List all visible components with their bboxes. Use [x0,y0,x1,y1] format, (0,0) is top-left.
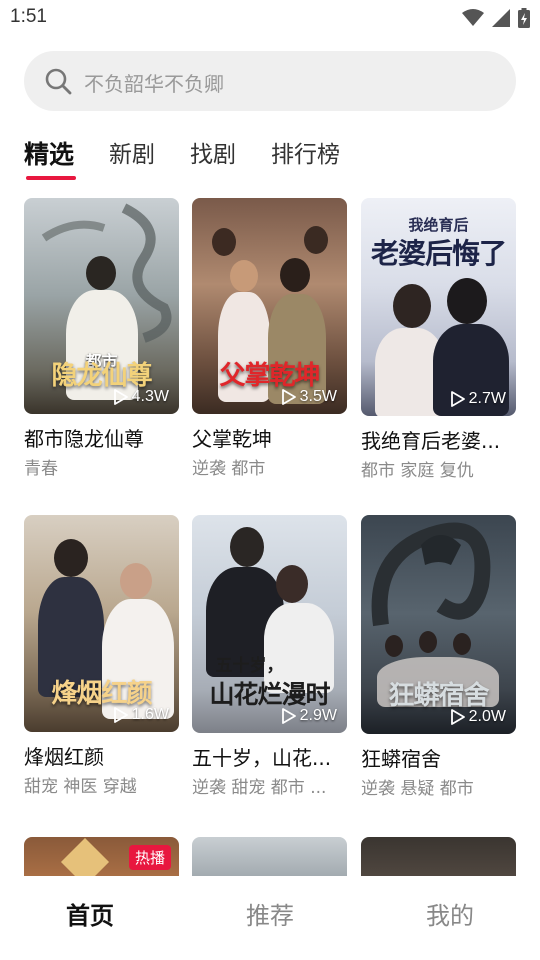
poster-caption: 山花烂漫时 [209,680,330,709]
poster-caption: 狂蟒宿舍 [388,681,489,711]
play-icon [450,709,465,725]
drama-title: 都市隐龙仙尊 [24,427,144,451]
poster-caption: 父掌乾坤 [219,361,320,391]
drama-poster: 我绝育后 老婆后悔了 2.7W [361,198,516,416]
poster-caption: 烽烟红颜 [51,679,152,709]
tab-label: 精选 [24,140,75,169]
play-count: 2.0W [450,708,506,726]
active-tab-indicator [26,176,76,180]
play-count: 1.6W [113,706,169,724]
drama-tags: 逆袭 甜宠 都市 ... [192,778,327,798]
drama-poster: 父掌乾坤 3.5W [192,198,347,414]
status-time: 1:51 [10,6,47,27]
bottom-nav: 首页 推荐 我的 [0,876,540,960]
tab-label: 排行榜 [271,142,341,168]
nav-home[interactable]: 首页 [0,876,180,960]
drama-poster: 烽烟红颜 1.6W [24,515,179,732]
play-icon [113,389,128,405]
drama-card[interactable]: 五十岁， 山花烂漫时 2.9W 五十岁，山花... 逆袭 甜宠 都市 ... [192,515,347,799]
play-icon [281,708,296,724]
hot-badge: 热播 [128,845,171,870]
play-count: 2.7W [450,390,506,408]
poster-caption-small: 五十岁， [215,656,284,676]
play-count: 4.3W [113,388,169,406]
play-count: 3.5W [281,388,337,406]
play-icon [281,389,296,405]
tab-new-dramas[interactable]: 新剧 [109,138,155,182]
tab-find-dramas[interactable]: 找剧 [190,138,236,182]
play-icon [113,707,128,723]
search-icon [45,68,72,95]
wifi-icon [462,9,484,26]
drama-tags: 逆袭 都市 [192,459,266,479]
drama-tags: 甜宠 神医 穿越 [24,777,137,797]
play-count: 2.9W [281,707,337,725]
drama-card[interactable]: 烽烟红颜 1.6W 烽烟红颜 甜宠 神医 穿越 [24,515,179,798]
battery-charging-icon [518,8,530,28]
tab-label: 新剧 [109,142,156,168]
drama-title: 狂蟒宿舍 [361,747,441,771]
cell-signal-icon [492,9,510,27]
drama-poster: 狂蟒宿舍 2.0W [361,515,516,734]
drama-tags: 青春 [24,459,58,479]
search-bar[interactable]: 不负韶华不负卿 [24,51,516,111]
category-tabs: 精选 新剧 找剧 排行榜 [24,138,375,182]
drama-title: 烽烟红颜 [24,745,104,769]
drama-card[interactable]: 狂蟒宿舍 2.0W 狂蟒宿舍 逆袭 悬疑 都市 [361,515,516,800]
poster-caption: 老婆后悔了 [370,237,507,270]
search-placeholder: 不负韶华不负卿 [84,72,224,96]
drama-title: 我绝育后老婆... [361,429,501,453]
drama-tags: 逆袭 悬疑 都市 [361,779,474,799]
drama-poster: 五十岁， 山花烂漫时 2.9W [192,515,347,733]
drama-poster: 都市 隐龙仙尊 4.3W [24,198,179,414]
drama-tags: 都市 家庭 复仇 [361,461,474,481]
drama-card[interactable]: 父掌乾坤 3.5W 父掌乾坤 逆袭 都市 [192,198,347,480]
drama-title: 五十岁，山花... [192,746,332,770]
status-bar: 1:51 [0,0,540,36]
poster-caption: 隐龙仙尊 [51,361,152,391]
drama-card[interactable]: 都市 隐龙仙尊 4.3W 都市隐龙仙尊 青春 [24,198,179,480]
tab-rankings[interactable]: 排行榜 [271,138,340,182]
tab-featured[interactable]: 精选 [24,138,76,182]
drama-title: 父掌乾坤 [192,427,272,451]
drama-card[interactable]: 我绝育后 老婆后悔了 2.7W 我绝育后老婆... 都市 家庭 复仇 [361,198,516,482]
nav-recommend[interactable]: 推荐 [180,876,360,960]
tab-label: 找剧 [190,142,237,168]
nav-profile[interactable]: 我的 [360,876,540,960]
play-icon [450,391,465,407]
